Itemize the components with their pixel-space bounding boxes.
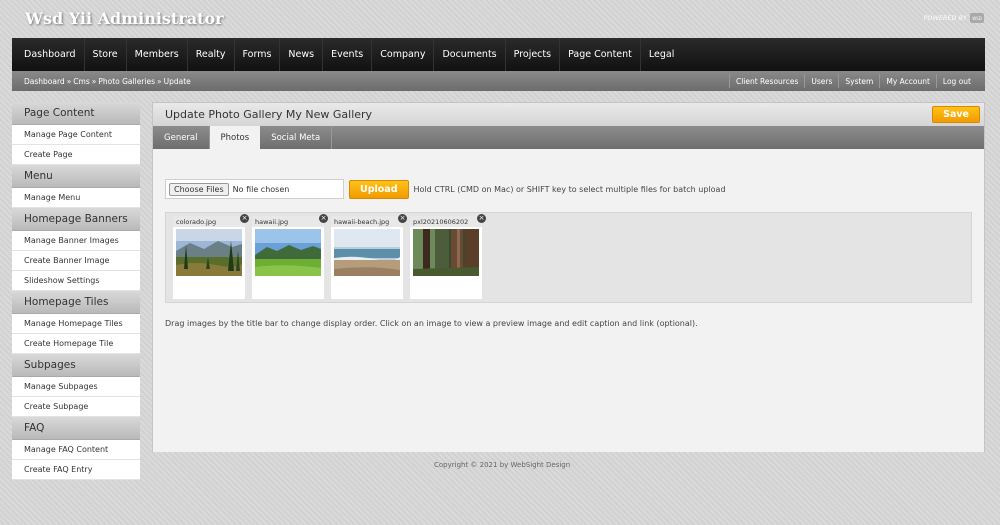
powered-by: POWERED BY WSD xyxy=(924,13,984,23)
page-title: Update Photo Gallery My New Gallery xyxy=(165,108,373,121)
sidebar-heading-homepage-banners: Homepage Banners xyxy=(12,208,140,231)
sidebar-item-manage-banner-images[interactable]: Manage Banner Images xyxy=(12,231,140,251)
util-client-resources[interactable]: Client Resources xyxy=(728,74,804,88)
breadcrumb-photo-galleries[interactable]: Photo Galleries xyxy=(98,77,155,86)
remove-photo-icon[interactable]: × xyxy=(477,214,486,223)
nav-item-store[interactable]: Store xyxy=(85,38,127,71)
photo-image[interactable] xyxy=(334,229,400,276)
main-panel: Update Photo Gallery My New Gallery Save… xyxy=(152,102,985,452)
breadcrumb-update: Update xyxy=(163,76,191,86)
util-system[interactable]: System xyxy=(838,74,879,88)
tab-general[interactable]: General xyxy=(153,126,210,149)
sidebar-item-manage-faq-content[interactable]: Manage FAQ Content xyxy=(12,440,140,460)
photo-filename: hawaii-beach.jpg xyxy=(334,217,390,226)
photo-thumb: colorado.jpg × xyxy=(173,214,249,299)
breadcrumb-dashboard[interactable]: Dashboard xyxy=(24,77,65,86)
choose-files-button[interactable]: Choose Files xyxy=(169,182,229,196)
wsd-logo-icon: WSD xyxy=(970,13,984,23)
nav-item-members[interactable]: Members xyxy=(127,38,188,71)
nav-item-legal[interactable]: Legal xyxy=(641,38,682,71)
util-users[interactable]: Users xyxy=(804,74,838,88)
photo-filename: pxl20210606202 xyxy=(413,217,469,226)
nav-item-company[interactable]: Company xyxy=(372,38,435,71)
forest-hills-image xyxy=(176,229,242,276)
photo-title-bar[interactable]: hawaii.jpg × xyxy=(252,214,328,227)
photo-filename: hawaii.jpg xyxy=(255,217,289,226)
main-nav: Dashboard Store Members Realty Forms New… xyxy=(12,38,985,71)
app-header: Wsd Yii Administrator POWERED BY WSD xyxy=(0,0,1000,38)
breadcrumb: Dashboard » Cms » Photo Galleries » Upda… xyxy=(24,77,191,86)
photo-image[interactable] xyxy=(413,229,479,276)
sidebar-item-manage-page-content[interactable]: Manage Page Content xyxy=(12,125,140,145)
tab-social-meta[interactable]: Social Meta xyxy=(260,126,333,149)
sidebar-item-create-faq-entry[interactable]: Create FAQ Entry xyxy=(12,460,140,480)
sidebar-heading-homepage-tiles: Homepage Tiles xyxy=(12,291,140,314)
sidebar-item-create-page[interactable]: Create Page xyxy=(12,145,140,165)
photo-thumb: hawaii-beach.jpg × xyxy=(331,214,407,299)
nav-item-forms[interactable]: Forms xyxy=(235,38,281,71)
nav-item-events[interactable]: Events xyxy=(323,38,373,71)
photo-image[interactable] xyxy=(176,229,242,276)
sidebar-item-slideshow-settings[interactable]: Slideshow Settings xyxy=(12,271,140,291)
sidebar-heading-subpages: Subpages xyxy=(12,354,140,377)
nav-item-dashboard[interactable]: Dashboard xyxy=(16,38,85,71)
photo-thumb: pxl20210606202 × xyxy=(410,214,486,299)
upload-button[interactable]: Upload xyxy=(349,179,409,199)
util-log-out[interactable]: Log out xyxy=(935,74,977,88)
util-my-account[interactable]: My Account xyxy=(879,74,936,88)
sidebar-item-manage-homepage-tiles[interactable]: Manage Homepage Tiles xyxy=(12,314,140,334)
sub-bar: Dashboard » Cms » Photo Galleries » Upda… xyxy=(12,71,985,91)
photo-title-bar[interactable]: hawaii-beach.jpg × xyxy=(331,214,407,227)
nav-item-news[interactable]: News xyxy=(280,38,324,71)
file-status: No file chosen xyxy=(232,184,290,194)
photo-title-bar[interactable]: colorado.jpg × xyxy=(173,214,249,227)
photo-gallery: colorado.jpg × hawaii.jpg × hawaii-beach… xyxy=(165,212,972,303)
nav-item-page-content[interactable]: Page Content xyxy=(560,38,641,71)
footer-copyright: Copyright © 2021 by WebSight Design xyxy=(434,461,571,469)
sidebar: Page Content Manage Page Content Create … xyxy=(12,102,140,480)
nav-item-documents[interactable]: Documents xyxy=(434,38,506,71)
save-button[interactable]: Save xyxy=(932,106,980,123)
photos-tab-content: Choose Files No file chosen Upload Hold … xyxy=(153,149,984,452)
nav-item-projects[interactable]: Projects xyxy=(506,38,561,71)
sidebar-item-create-banner-image[interactable]: Create Banner Image xyxy=(12,251,140,271)
remove-photo-icon[interactable]: × xyxy=(398,214,407,223)
photo-filename: colorado.jpg xyxy=(176,217,217,226)
panel-header: Update Photo Gallery My New Gallery Save xyxy=(153,103,984,126)
sidebar-item-create-subpage[interactable]: Create Subpage xyxy=(12,397,140,417)
photo-thumb: hawaii.jpg × xyxy=(252,214,328,299)
file-input[interactable]: Choose Files No file chosen xyxy=(165,179,344,199)
sidebar-heading-page-content: Page Content xyxy=(12,102,140,125)
green-mountains-image xyxy=(255,229,321,276)
beach-image xyxy=(334,229,400,276)
breadcrumb-separator: » xyxy=(157,76,162,86)
utility-nav: Client Resources Users System My Account… xyxy=(728,74,977,88)
breadcrumb-separator: » xyxy=(66,76,72,86)
remove-photo-icon[interactable]: × xyxy=(319,214,328,223)
upload-hint: Hold CTRL (CMD on Mac) or SHIFT key to s… xyxy=(413,184,726,194)
remove-photo-icon[interactable]: × xyxy=(240,214,249,223)
tree-trunks-image xyxy=(413,229,479,276)
photo-image[interactable] xyxy=(255,229,321,276)
breadcrumb-separator: » xyxy=(91,76,97,86)
gallery-help-text: Drag images by the title bar to change d… xyxy=(165,319,698,328)
sidebar-heading-menu: Menu xyxy=(12,165,140,188)
tab-photos[interactable]: Photos xyxy=(209,126,261,149)
upload-row: Choose Files No file chosen Upload Hold … xyxy=(165,179,726,199)
app-title: Wsd Yii Administrator xyxy=(25,9,224,28)
sidebar-item-manage-menu[interactable]: Manage Menu xyxy=(12,188,140,208)
sidebar-item-manage-subpages[interactable]: Manage Subpages xyxy=(12,377,140,397)
sidebar-heading-faq: FAQ xyxy=(12,417,140,440)
powered-by-label: POWERED BY xyxy=(923,14,967,22)
photo-title-bar[interactable]: pxl20210606202 × xyxy=(410,214,486,227)
tab-bar: General Photos Social Meta xyxy=(153,126,984,149)
nav-item-realty[interactable]: Realty xyxy=(188,38,235,71)
sidebar-item-create-homepage-tile[interactable]: Create Homepage Tile xyxy=(12,334,140,354)
breadcrumb-cms[interactable]: Cms xyxy=(73,77,89,86)
